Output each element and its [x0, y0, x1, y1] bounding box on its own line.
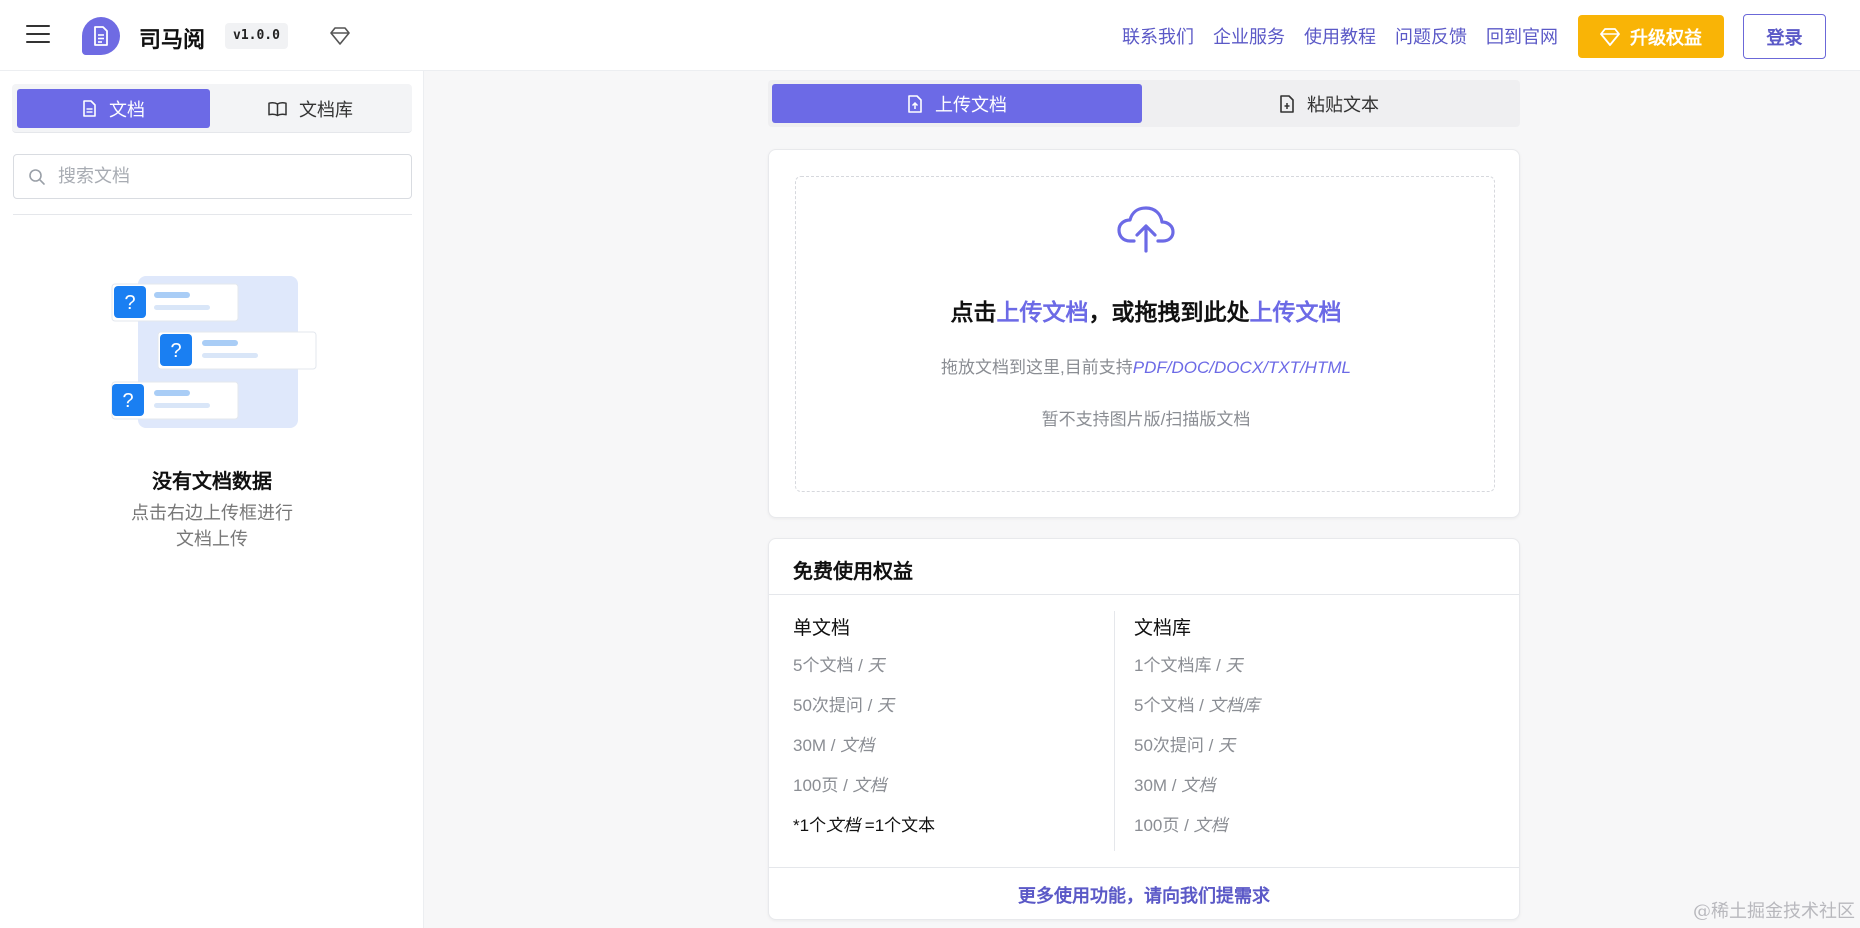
sidebar: 文档 文档库 ? ? ? 没有文档数据 点击右边上	[0, 71, 424, 928]
sidebar-tabs: 文档 文档库	[12, 84, 412, 133]
file-paste-icon	[1280, 94, 1294, 113]
benefit-item: 30M / 文档	[1134, 771, 1260, 796]
benefit-item: 1个文档库 / 天	[1134, 651, 1260, 676]
tab-upload-label: 上传文档	[935, 94, 1007, 115]
login-button[interactable]: 登录	[1743, 14, 1826, 59]
upload-card: 点击上传文档，或拖拽到此处上传文档 拖放文档到这里,目前支持PDF/DOC/DO…	[768, 149, 1520, 518]
nav-official-site[interactable]: 回到官网	[1486, 23, 1558, 49]
svg-text:?: ?	[124, 292, 135, 314]
benefit-unit: 文档	[1181, 776, 1216, 795]
benefit-unit: 天	[1218, 736, 1236, 755]
note-part: 文档	[826, 816, 861, 835]
benefit-unit: 天	[877, 696, 895, 715]
single-document-column: 单文档 5个文档 / 天 50次提问 / 天 30M / 文档 100页 / 文…	[793, 613, 935, 851]
benefit-unit: 天	[1225, 656, 1243, 675]
sidebar-divider	[13, 214, 412, 215]
nav-contact-us[interactable]: 联系我们	[1122, 23, 1194, 49]
book-icon	[268, 101, 287, 116]
benefit-quota: 30M /	[1134, 776, 1182, 795]
benefit-quota: 30M /	[793, 736, 841, 755]
note-part: *1个	[793, 816, 827, 835]
benefit-quota: 5个文档 /	[1134, 696, 1209, 715]
logo-icon	[82, 17, 120, 55]
search-input[interactable]	[58, 155, 403, 198]
library-column: 文档库 1个文档库 / 天 5个文档 / 文档库 50次提问 / 天 30M /…	[1134, 613, 1260, 851]
free-benefits-card: 免费使用权益 单文档 5个文档 / 天 50次提问 / 天 30M / 文档 1…	[768, 538, 1520, 920]
scan-not-supported-note: 暂不支持图片版/扫描版文档	[1041, 410, 1251, 429]
benefit-unit: 天	[867, 656, 885, 675]
divider	[769, 594, 1519, 595]
tab-paste-label: 粘贴文本	[1307, 94, 1379, 115]
app-title: 司马阅	[139, 27, 206, 52]
gem-icon	[1600, 27, 1620, 46]
benefit-quota: 50次提问 /	[793, 696, 878, 715]
cloud-upload-icon	[1117, 206, 1175, 253]
benefit-unit: 文档	[840, 736, 875, 755]
upload-link-secondary[interactable]: 上传文档	[1250, 299, 1342, 325]
svg-text:?: ?	[122, 390, 133, 412]
search-box	[13, 154, 412, 199]
upload-headline: 点击上传文档，或拖拽到此处上传文档	[796, 293, 1496, 327]
gem-icon[interactable]	[330, 27, 350, 45]
benefit-item: 5个文档 / 文档库	[1134, 691, 1260, 716]
supported-formats-prefix: 拖放文档到这里,目前支持	[941, 358, 1133, 377]
divider	[769, 867, 1519, 868]
empty-state-description: 点击右边上传框进行文档上传	[131, 503, 293, 549]
nav-feedback[interactable]: 问题反馈	[1395, 23, 1467, 49]
benefit-quota: 1个文档库 /	[1134, 656, 1226, 675]
benefit-quota: 50次提问 /	[1134, 736, 1219, 755]
menu-icon[interactable]	[26, 25, 50, 47]
headline-middle: ，或拖拽到此处	[1088, 299, 1250, 325]
upload-dropzone[interactable]: 点击上传文档，或拖拽到此处上传文档 拖放文档到这里,目前支持PDF/DOC/DO…	[795, 176, 1495, 492]
benefit-item: 5个文档 / 天	[793, 651, 935, 676]
supported-formats-list: PDF/DOC/DOCX/TXT/HTML	[1132, 358, 1351, 377]
upload-link[interactable]: 上传文档	[997, 299, 1089, 325]
column-header: 单文档	[793, 618, 851, 639]
empty-state-title: 没有文档数据	[152, 471, 272, 493]
upgrade-button[interactable]: 升级权益	[1578, 15, 1724, 58]
column-header: 文档库	[1134, 618, 1192, 639]
nav-tutorial[interactable]: 使用教程	[1304, 23, 1376, 49]
top-bar: 司马阅 v1.0.0 联系我们 企业服务 使用教程 问题反馈 回到官网 升级权益…	[0, 0, 1860, 71]
benefit-unit: 文档	[1193, 816, 1228, 835]
file-upload-icon	[908, 94, 922, 113]
version-badge: v1.0.0	[225, 23, 288, 49]
tab-paste-text[interactable]: 粘贴文本	[1142, 84, 1516, 123]
empty-state-illustration: ? ? ?	[111, 276, 317, 428]
tab-documents-label: 文档	[109, 99, 145, 120]
benefit-unit: 文档库	[1208, 696, 1260, 715]
search-icon	[29, 169, 45, 185]
benefit-quota: 5个文档 /	[793, 656, 868, 675]
tab-upload-document[interactable]: 上传文档	[772, 84, 1142, 123]
headline-prefix: 点击	[950, 299, 997, 325]
supported-formats: 拖放文档到这里,目前支持PDF/DOC/DOCX/TXT/HTML	[796, 353, 1496, 378]
tab-documents[interactable]: 文档	[17, 89, 210, 128]
svg-text:?: ?	[170, 340, 181, 362]
benefit-item: 100页 / 文档	[1134, 811, 1260, 836]
benefits-title: 免费使用权益	[793, 561, 913, 583]
note-part: =1个文本	[860, 816, 936, 835]
benefit-item: 100页 / 文档	[793, 771, 935, 796]
tab-library[interactable]: 文档库	[214, 89, 407, 128]
top-nav: 联系我们 企业服务 使用教程 问题反馈 回到官网	[1122, 0, 1558, 71]
request-features-link[interactable]: 更多使用功能，请向我们提需求	[769, 882, 1519, 908]
benefit-quota: 100页 /	[1134, 816, 1194, 835]
benefit-quota: 100页 /	[793, 776, 853, 795]
upgrade-label: 升级权益	[1630, 27, 1702, 48]
benefit-unit: 文档	[852, 776, 887, 795]
tab-library-label: 文档库	[299, 99, 353, 120]
benefit-note: *1个文档 =1个文本	[793, 811, 935, 836]
nav-enterprise-service[interactable]: 企业服务	[1213, 23, 1285, 49]
upload-mode-tabs: 上传文档 粘贴文本	[768, 80, 1520, 127]
benefit-item: 50次提问 / 天	[793, 691, 935, 716]
document-icon	[83, 100, 96, 117]
benefit-item: 30M / 文档	[793, 731, 935, 756]
column-divider	[1114, 611, 1115, 851]
benefit-item: 50次提问 / 天	[1134, 731, 1260, 756]
watermark: @稀土掘金技术社区	[1693, 901, 1855, 922]
